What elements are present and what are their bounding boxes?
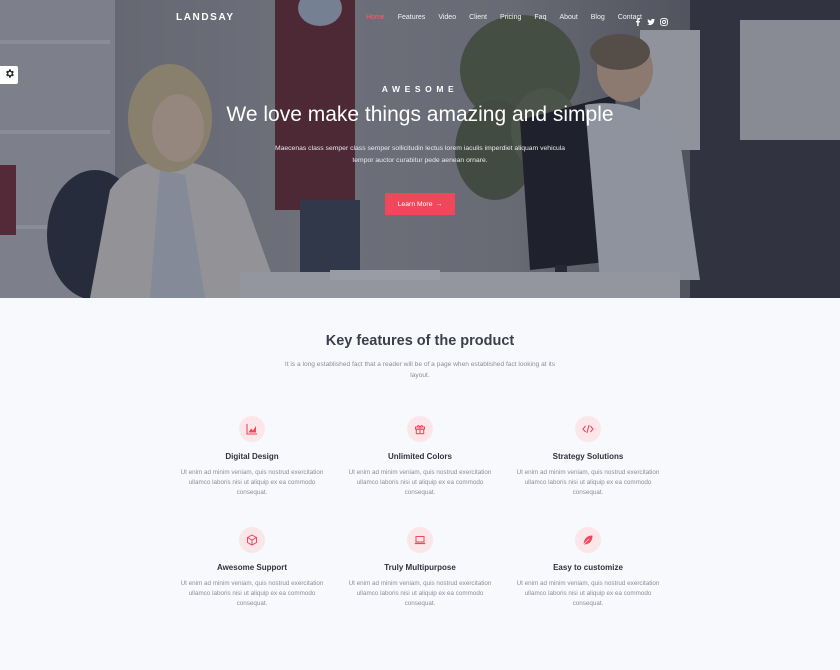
- code-icon: [575, 416, 601, 442]
- arrow-right-icon: →: [435, 200, 443, 208]
- cube-icon: [239, 527, 265, 553]
- settings-toggle-button[interactable]: [0, 66, 18, 84]
- nav-item-features[interactable]: Features: [398, 14, 426, 21]
- nav-item-about[interactable]: About: [559, 14, 577, 21]
- hero-description: Maecenas class semper class semper solli…: [274, 145, 566, 164]
- feature-title: Awesome Support: [216, 563, 288, 572]
- gift-icon: [407, 416, 433, 442]
- top-navbar: LANDSAY Home Features Video Client Prici…: [0, 0, 840, 36]
- feature-card-truly-multipurpose: Truly Multipurpose Ut enim ad minim veni…: [340, 527, 500, 608]
- twitter-icon[interactable]: [647, 13, 655, 26]
- learn-more-button[interactable]: Learn More →: [385, 193, 455, 215]
- laptop-icon: [407, 527, 433, 553]
- instagram-icon[interactable]: [660, 13, 668, 26]
- feature-card-strategy-solutions: Strategy Solutions Ut enim ad minim veni…: [508, 416, 668, 497]
- feature-title: Strategy Solutions: [552, 452, 624, 461]
- brand-logo[interactable]: LANDSAY: [176, 12, 235, 23]
- learn-more-label: Learn More: [397, 200, 433, 208]
- hero-subtitle: AWESOME: [381, 84, 459, 94]
- nav-item-client[interactable]: Client: [469, 14, 487, 21]
- feature-card-awesome-support: Awesome Support Ut enim ad minim veniam,…: [172, 527, 332, 608]
- nav-item-blog[interactable]: Blog: [591, 14, 605, 21]
- feature-title: Easy to customize: [553, 563, 623, 572]
- feature-text: Ut enim ad minim veniam, quis nostrud ex…: [348, 580, 492, 607]
- hero-section: LANDSAY Home Features Video Client Prici…: [0, 0, 840, 298]
- feature-text: Ut enim ad minim veniam, quis nostrud ex…: [516, 469, 660, 496]
- feature-card-unlimited-colors: Unlimited Colors Ut enim ad minim veniam…: [340, 416, 500, 497]
- facebook-icon[interactable]: [634, 13, 642, 26]
- nav-item-video[interactable]: Video: [438, 14, 456, 21]
- feature-title: Unlimited Colors: [387, 452, 452, 461]
- feature-card-easy-to-customize: Easy to customize Ut enim ad minim venia…: [508, 527, 668, 608]
- features-description: It is a long established fact that a rea…: [284, 361, 556, 379]
- nav-item-home[interactable]: Home: [366, 14, 385, 21]
- feature-text: Ut enim ad minim veniam, quis nostrud ex…: [180, 580, 324, 607]
- nav-item-faq[interactable]: Faq: [534, 14, 546, 21]
- leaf-icon: [575, 527, 601, 553]
- feature-card-digital-design: Digital Design Ut enim ad minim veniam, …: [172, 416, 332, 497]
- feature-title: Digital Design: [225, 452, 279, 461]
- gear-icon: [4, 66, 15, 84]
- feature-title: Truly Multipurpose: [384, 563, 456, 572]
- social-links: [634, 13, 668, 26]
- feature-text: Ut enim ad minim veniam, quis nostrud ex…: [348, 469, 492, 496]
- feature-text: Ut enim ad minim veniam, quis nostrud ex…: [180, 469, 324, 496]
- feature-text: Ut enim ad minim veniam, quis nostrud ex…: [516, 580, 660, 607]
- nav-item-pricing[interactable]: Pricing: [500, 14, 521, 21]
- features-title: Key features of the product: [325, 333, 515, 349]
- hero-title: We love make things amazing and simple: [226, 103, 614, 126]
- main-menu: Home Features Video Client Pricing Faq A…: [366, 14, 655, 21]
- features-section: Key features of the product It is a long…: [0, 298, 840, 670]
- chart-area-icon: [239, 416, 265, 442]
